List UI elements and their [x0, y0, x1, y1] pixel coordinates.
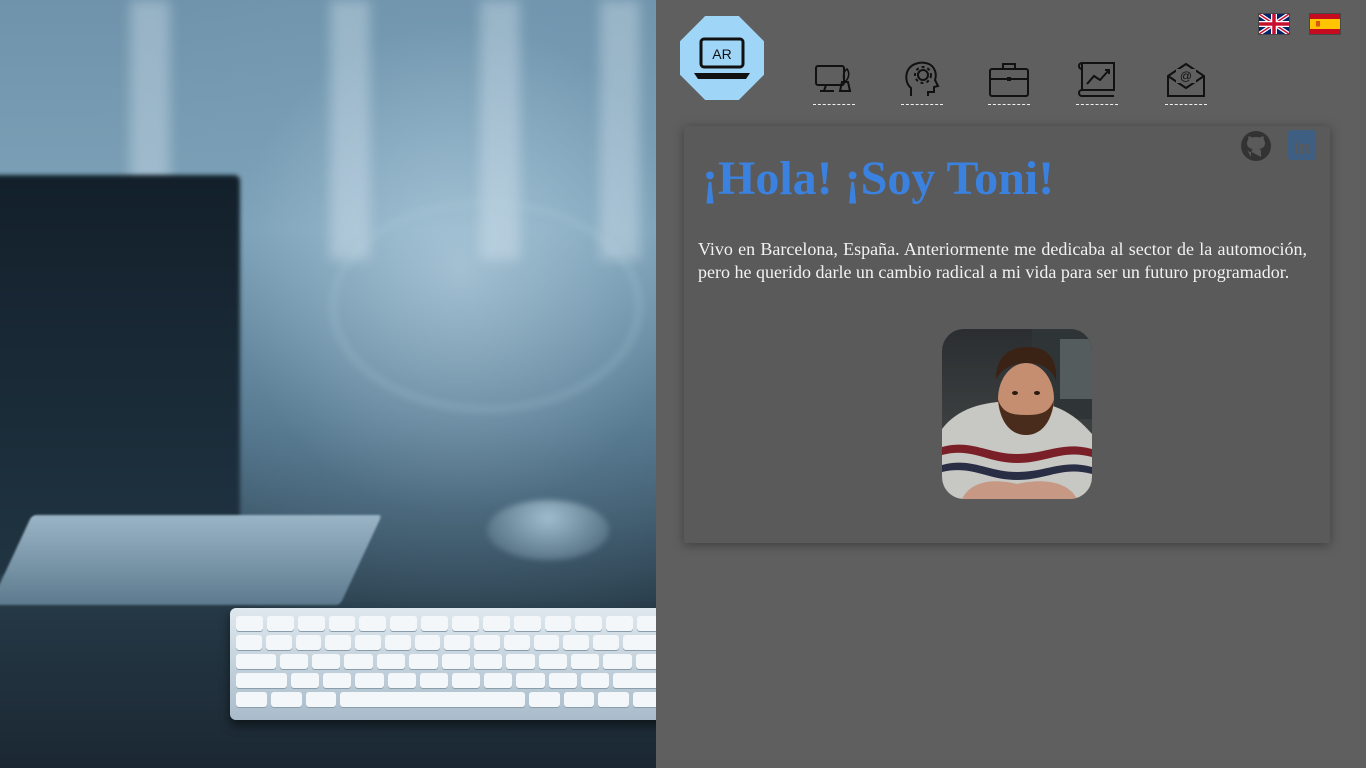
monitor-plant-icon: [815, 65, 852, 92]
keyboard: [230, 608, 656, 720]
page-title: ¡Hola! ¡Soy Toni!: [702, 152, 1055, 205]
laptop-logo-icon: AR: [694, 37, 750, 79]
nav-experience-button[interactable]: [988, 60, 1030, 105]
avatar: [942, 329, 1092, 499]
logo[interactable]: AR: [680, 16, 764, 100]
hero-background-image: [0, 0, 656, 768]
svg-text:in: in: [1294, 138, 1310, 158]
background-window-light: [330, 0, 370, 260]
desk-bowl: [487, 500, 609, 560]
github-icon: [1241, 131, 1271, 161]
svg-text:@: @: [1180, 69, 1192, 83]
laptop-base: [0, 515, 382, 605]
chart-scroll-icon: [1078, 62, 1115, 97]
nav-contact-button[interactable]: @: [1165, 60, 1207, 105]
linkedin-icon: in: [1288, 130, 1316, 160]
intro-text: Vivo en Barcelona, España. Anteriormente…: [698, 239, 1307, 282]
envelope-at-icon: @: [1167, 62, 1205, 97]
uk-flag-icon: [1257, 12, 1291, 36]
head-gear-icon: [905, 61, 940, 96]
nav-studies-button[interactable]: [1076, 60, 1118, 105]
linkedin-link[interactable]: in: [1288, 130, 1316, 160]
logo-text: AR: [712, 46, 731, 62]
language-spanish-button[interactable]: [1310, 14, 1340, 34]
spain-flag-icon: [1310, 14, 1340, 34]
profile-photo: [942, 329, 1092, 499]
nav-projects-button[interactable]: [813, 60, 855, 105]
intro-card: in ¡Hola! ¡Soy Toni! Vivo en Barcelona, …: [684, 126, 1330, 543]
briefcase-icon: [989, 63, 1029, 97]
nav-skills-button[interactable]: [901, 60, 943, 105]
github-link[interactable]: [1240, 130, 1272, 162]
background-glass-reflection: [330, 200, 642, 412]
language-english-button[interactable]: [1257, 12, 1291, 36]
background-window-light: [600, 0, 640, 260]
